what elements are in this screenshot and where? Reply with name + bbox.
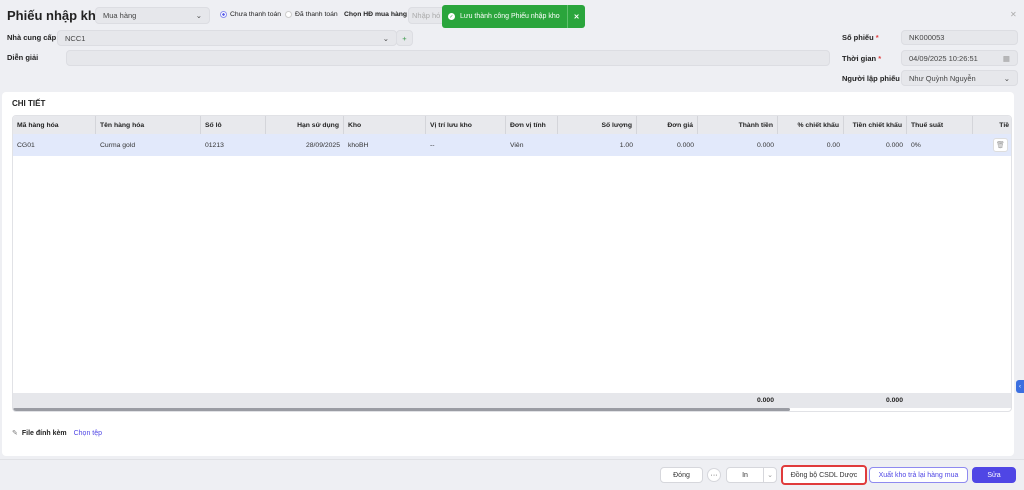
print-button[interactable]: In [726, 467, 764, 483]
chevron-down-icon: ⌄ [195, 11, 202, 20]
type-select[interactable]: Mua hàng ⌄ [95, 7, 210, 24]
table-header: Mã hàng hóa Tên hàng hóa Số lô Hạn sử dụ… [13, 116, 1011, 134]
radio-paid[interactable]: Đã thanh toán [285, 11, 338, 18]
cell-expiry: 28/09/2025 [305, 141, 340, 149]
toast-close-icon[interactable]: ✕ [567, 5, 585, 28]
sync-pharma-db-button[interactable]: Đồng bộ CSDL Dược [781, 465, 867, 485]
col-tax: Thuế suất [907, 116, 973, 134]
supplier-label: Nhà cung cấp * [7, 33, 61, 42]
edit-button[interactable]: Sửa [972, 467, 1016, 483]
table-row[interactable]: CG01 Curma gold 01213 28/09/2025 khoBH -… [13, 134, 1011, 156]
col-code: Mã hàng hóa [13, 116, 96, 134]
radio-checked-icon [220, 11, 227, 18]
cell-lot: 01213 [205, 141, 224, 149]
radio-unpaid-label: Chưa thanh toán [230, 11, 282, 18]
choose-file-link[interactable]: Chọn tệp [74, 430, 102, 437]
supplier-value: NCC1 [65, 33, 86, 43]
radio-icon [285, 11, 292, 18]
more-button[interactable]: ··· [707, 468, 721, 482]
cell-tax: 0% [911, 141, 921, 149]
detail-title: CHI TIẾT [12, 99, 46, 108]
chevron-down-icon: ⌄ [382, 33, 389, 43]
cell-name: Curma gold [100, 141, 136, 149]
add-supplier-button[interactable]: + [396, 30, 413, 46]
return-to-supplier-button[interactable]: Xuất kho trả lại hàng mua [869, 467, 968, 483]
col-warehouse: Kho [344, 116, 426, 134]
voucher-no-input[interactable]: NK000053 [901, 30, 1018, 45]
print-options-chevron-icon[interactable]: ⌄ [763, 467, 777, 483]
col-discount-amt: Tiền chiết khấu [844, 116, 907, 134]
desc-label: Diễn giải [7, 53, 39, 62]
cell-location: -- [430, 141, 435, 149]
creator-value: Như Quỳnh Nguyễn [909, 73, 976, 83]
col-discount-pct: % chiết khấu [778, 116, 844, 134]
creator-label: Người lập phiếu [842, 74, 900, 83]
time-value: 04/09/2025 10:26:51 [909, 53, 978, 63]
toast-message: Lưu thành công Phiếu nhập kho [460, 13, 560, 20]
col-name: Tên hàng hóa [96, 116, 201, 134]
trash-icon[interactable]: 🗑 [993, 138, 1008, 152]
cell-price: 0.000 [676, 141, 694, 149]
time-label: Thời gian * [842, 54, 882, 63]
cell-qty: 1.00 [619, 141, 633, 149]
col-unit: Đơn vị tính [506, 116, 558, 134]
close-button[interactable]: Đóng [660, 467, 703, 483]
cell-discount-amt: 0.000 [885, 141, 903, 149]
supplier-select[interactable]: NCC1 ⌄ [57, 30, 397, 46]
page-title: Phiếu nhập kho [7, 8, 104, 23]
detail-table: Mã hàng hóa Tên hàng hóa Số lô Hạn sử dụ… [12, 115, 1012, 412]
col-expiry: Hạn sử dụng [266, 116, 344, 134]
paperclip-icon: ✎ [12, 430, 18, 437]
creator-select[interactable]: Như Quỳnh Nguyễn ⌄ [901, 70, 1018, 86]
cell-unit: Viên [510, 141, 524, 149]
check-circle-icon: ✓ [448, 13, 455, 20]
horizontal-scrollbar[interactable] [13, 408, 790, 411]
col-amount: Thành tiền [698, 116, 778, 134]
col-location: Vị trí lưu kho [426, 116, 506, 134]
total-discount-amt: 0.000 [885, 397, 903, 404]
cell-code: CG01 [17, 141, 35, 149]
col-tax-amount: Tiề [999, 121, 1009, 129]
cell-discount-pct: 0.00 [826, 141, 840, 149]
cell-warehouse: khoBH [348, 141, 369, 149]
attachment-label: File đính kèm [21, 429, 67, 437]
col-price: Đơn giá [637, 116, 698, 134]
attachment: ✎ File đính kèm Chọn tệp [12, 429, 102, 438]
type-select-value: Mua hàng [103, 11, 137, 20]
calendar-icon: ▦ [1002, 53, 1010, 63]
time-input[interactable]: 04/09/2025 10:26:51 ▦ [901, 50, 1018, 66]
voucher-no-label: Số phiếu * [842, 33, 879, 42]
col-qty: Số lượng [558, 116, 637, 134]
table-totals: 0.000 0.000 [13, 393, 1011, 408]
success-toast: ✓ Lưu thành công Phiếu nhập kho ✕ [442, 5, 585, 28]
side-panel-toggle[interactable]: ‹ [1016, 380, 1024, 393]
total-amount: 0.000 [756, 397, 774, 404]
radio-paid-label: Đã thanh toán [295, 11, 338, 18]
cell-amount: 0.000 [756, 141, 774, 149]
close-icon[interactable]: ✕ [1010, 10, 1017, 19]
chevron-down-icon: ⌄ [1003, 73, 1010, 83]
desc-input[interactable] [66, 50, 830, 66]
col-lot: Số lô [201, 116, 266, 134]
radio-unpaid[interactable]: Chưa thanh toán [220, 11, 281, 18]
purchase-invoice-label: Chọn HĐ mua hàng [344, 11, 408, 18]
